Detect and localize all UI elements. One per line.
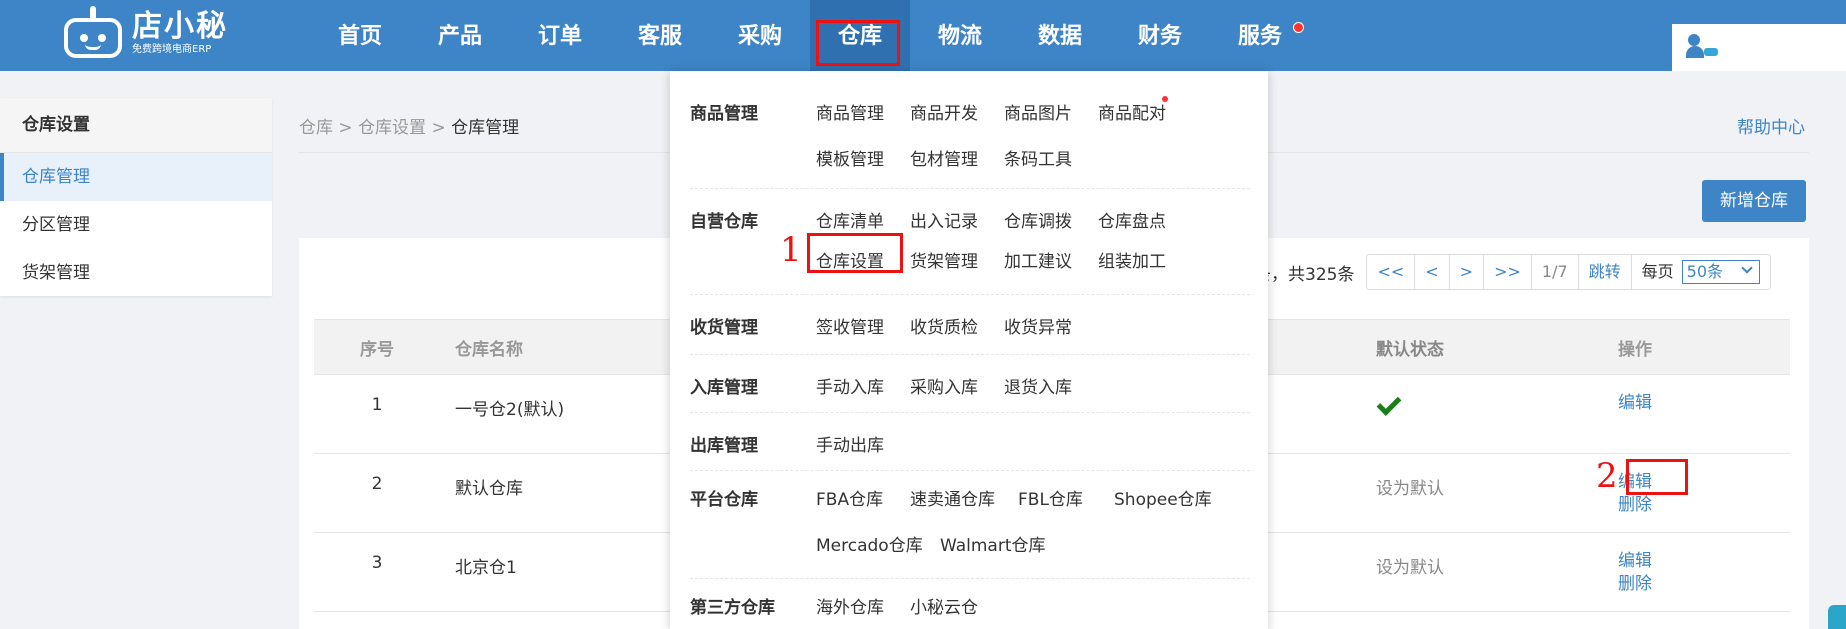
nav-finance[interactable]: 财务 <box>1110 0 1210 71</box>
nav-customer-service[interactable]: 客服 <box>610 0 710 71</box>
dd-link-warehouse-stocktake[interactable]: 仓库盘点 <box>1098 207 1166 232</box>
row-index: 3 <box>314 532 440 612</box>
check-icon <box>1376 391 1402 416</box>
dd-link-sign-management[interactable]: 签收管理 <box>816 313 884 338</box>
dd-link-aliexpress-warehouse[interactable]: 速卖通仓库 <box>910 485 995 510</box>
dd-link-processing-advice[interactable]: 加工建议 <box>1004 247 1072 272</box>
sidebar: 仓库设置 仓库管理 分区管理 货架管理 <box>0 98 272 296</box>
notification-dot <box>1293 22 1304 33</box>
row-default-status <box>1376 374 1598 454</box>
breadcrumb-current: 仓库管理 <box>451 118 520 138</box>
dd-link-product-management[interactable]: 商品管理 <box>816 99 884 124</box>
nav-purchase[interactable]: 采购 <box>710 0 810 71</box>
set-default-link[interactable]: 设为默认 <box>1376 453 1598 533</box>
dd-link-purchase-inbound[interactable]: 采购入库 <box>910 373 978 398</box>
help-center-link[interactable]: 帮助中心 <box>1737 113 1805 138</box>
dd-link-manual-outbound[interactable]: 手动出库 <box>816 431 884 456</box>
sidebar-item-zone-management[interactable]: 分区管理 <box>0 201 272 249</box>
breadcrumb: 仓库 > 仓库设置 > 仓库管理 <box>299 118 520 138</box>
dd-link-manual-inbound[interactable]: 手动入库 <box>816 373 884 398</box>
dd-link-receiving-exceptions[interactable]: 收货异常 <box>1004 313 1072 338</box>
dd-link-shopee-warehouse[interactable]: Shopee仓库 <box>1114 485 1212 510</box>
dd-link-assembly-processing[interactable]: 组装加工 <box>1098 247 1166 272</box>
dd-link-fbl-warehouse[interactable]: FBL仓库 <box>1018 485 1083 510</box>
breadcrumb-warehouse-settings[interactable]: 仓库设置 <box>358 118 426 138</box>
step-2-label: 2 <box>1596 456 1618 496</box>
user-menu[interactable] <box>1672 24 1846 71</box>
nav-data[interactable]: 数据 <box>1010 0 1110 71</box>
dd-link-template-management[interactable]: 模板管理 <box>816 145 884 170</box>
dd-link-quality-check[interactable]: 收货质检 <box>910 313 978 338</box>
dd-link-walmart-warehouse[interactable]: Walmart仓库 <box>940 531 1046 556</box>
dd-section-own-warehouse: 自营仓库 仓库清单 出入记录 仓库调拨 仓库盘点 仓库设置 货架管理 加工建议 … <box>690 189 1250 295</box>
main-nav: 首页 产品 订单 客服 采购 仓库 物流 数据 财务 服务 <box>310 0 1310 71</box>
first-page-button[interactable]: << <box>1367 255 1416 289</box>
delete-link[interactable]: 删除 <box>1618 570 1790 599</box>
per-page-label: 每页 <box>1641 262 1674 281</box>
page-indicator: 1/7 <box>1532 255 1579 289</box>
pagination-summary: 条，共325条 <box>1254 264 1355 285</box>
breadcrumb-warehouse[interactable]: 仓库 <box>299 118 333 138</box>
top-navbar: 店小秘 免费跨境电商ERP 首页 产品 订单 客服 采购 仓库 物流 数据 财务… <box>0 0 1846 71</box>
dd-section-inbound: 入库管理 手动入库 采购入库 退货入库 <box>690 355 1250 413</box>
dd-link-return-inbound[interactable]: 退货入库 <box>1004 373 1072 398</box>
dd-link-warehouse-transfer[interactable]: 仓库调拨 <box>1004 207 1072 232</box>
jump-button[interactable]: 跳转 <box>1579 255 1632 289</box>
header-default-status: 默认状态 <box>1376 319 1598 375</box>
dd-link-product-development[interactable]: 商品开发 <box>910 99 978 124</box>
brand-tagline: 免费跨境电商ERP <box>132 44 212 55</box>
nav-products[interactable]: 产品 <box>410 0 510 71</box>
brand-logo[interactable]: 店小秘 免费跨境电商ERP <box>60 4 228 62</box>
brand-name: 店小秘 <box>132 9 228 44</box>
dd-link-in-out-records[interactable]: 出入记录 <box>910 207 978 232</box>
nav-warehouse[interactable]: 仓库 <box>810 0 910 71</box>
sidebar-item-shelf-management[interactable]: 货架管理 <box>0 249 272 297</box>
delete-link[interactable]: 删除 <box>1618 491 1790 520</box>
prev-page-button[interactable]: < <box>1415 255 1450 289</box>
dd-link-barcode-tools[interactable]: 条码工具 <box>1004 145 1072 170</box>
dd-section-third-party-warehouse: 第三方仓库 海外仓库 小秘云仓 <box>690 579 1250 629</box>
dd-link-warehouse-list[interactable]: 仓库清单 <box>816 207 884 232</box>
warehouse-dropdown-menu: 商品管理 商品管理 商品开发 商品图片 商品配对 模板管理 包材管理 条码工具 … <box>670 71 1268 629</box>
warehouse-settings-highlight-box <box>807 233 903 273</box>
row-index: 2 <box>314 453 440 533</box>
next-page-button[interactable]: > <box>1450 255 1485 289</box>
dd-section-product-management: 商品管理 商品管理 商品开发 商品图片 商品配对 模板管理 包材管理 条码工具 <box>690 71 1250 189</box>
dd-link-overseas-warehouse[interactable]: 海外仓库 <box>816 593 884 618</box>
nav-services[interactable]: 服务 <box>1210 0 1310 71</box>
floating-chat-widget[interactable] <box>1828 605 1846 629</box>
chevron-down-icon <box>1741 262 1753 274</box>
user-key-icon <box>1686 34 1720 62</box>
step-1-label: 1 <box>780 230 802 270</box>
new-dot <box>1162 96 1168 102</box>
nav-home[interactable]: 首页 <box>310 0 410 71</box>
nav-orders[interactable]: 订单 <box>510 0 610 71</box>
header-index: 序号 <box>314 319 440 375</box>
dd-section-platform-warehouse: 平台仓库 FBA仓库 速卖通仓库 FBL仓库 Shopee仓库 Mercado仓… <box>690 471 1250 579</box>
edit-highlight-box <box>1626 459 1688 495</box>
dd-link-product-pairing[interactable]: 商品配对 <box>1098 99 1166 124</box>
per-page-select[interactable]: 50条 <box>1681 260 1760 284</box>
dd-link-xiaomi-cloud-warehouse[interactable]: 小秘云仓 <box>910 593 978 618</box>
add-warehouse-button[interactable]: 新增仓库 <box>1702 180 1806 222</box>
nav-logistics[interactable]: 物流 <box>910 0 1010 71</box>
dd-link-fba-warehouse[interactable]: FBA仓库 <box>816 485 883 510</box>
row-index: 1 <box>314 374 440 454</box>
header-actions: 操作 <box>1598 319 1790 375</box>
sidebar-title: 仓库设置 <box>0 98 272 153</box>
robot-logo-icon <box>60 4 126 62</box>
edit-link[interactable]: 编辑 <box>1618 389 1790 418</box>
dd-section-outbound: 出库管理 手动出库 <box>690 413 1250 471</box>
dd-link-shelf-management[interactable]: 货架管理 <box>910 247 978 272</box>
dd-link-packaging-management[interactable]: 包材管理 <box>910 145 978 170</box>
dd-link-mercado-warehouse[interactable]: Mercado仓库 <box>816 531 923 556</box>
dd-section-receiving: 收货管理 签收管理 收货质检 收货异常 <box>690 295 1250 355</box>
set-default-link[interactable]: 设为默认 <box>1376 532 1598 612</box>
sidebar-item-warehouse-management[interactable]: 仓库管理 <box>0 153 272 201</box>
pagination: 条，共325条 << < > >> 1/7 跳转 每页 50条 <box>1254 252 1771 292</box>
last-page-button[interactable]: >> <box>1484 255 1532 289</box>
dd-link-product-images[interactable]: 商品图片 <box>1004 99 1072 124</box>
